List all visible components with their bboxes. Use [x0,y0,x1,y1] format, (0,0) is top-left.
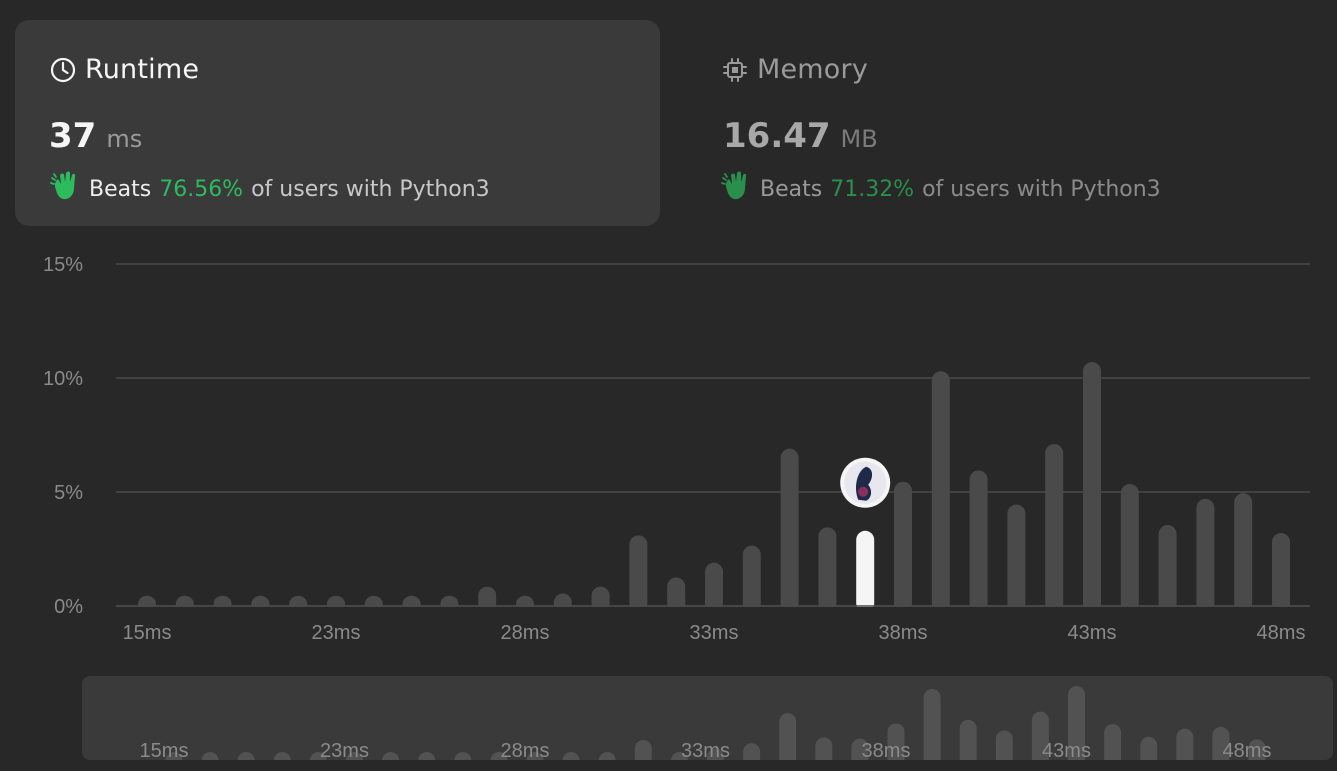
navigator-bar [743,743,761,760]
navigator-bar [1104,724,1122,760]
clap-icon [720,170,752,208]
chart-bar[interactable] [742,545,761,612]
chart-bar[interactable] [1083,362,1101,612]
navigator-bar [815,737,833,760]
chart-bar[interactable] [818,527,837,612]
chart-bar[interactable] [1007,504,1026,612]
navigator-tick-label: 43ms [1042,740,1091,760]
chart-canvas[interactable]: 0% 5% 10% 15% 15ms 23ms 28ms 33ms 38ms 43ms 48ms [0,240,1337,660]
chart-bar[interactable] [667,577,686,613]
navigator-bar [995,730,1013,760]
navigator-tick-label: 38ms [862,740,911,760]
chart-bar[interactable] [969,470,988,612]
chart-bar[interactable] [1045,444,1064,612]
navigator-bar [382,752,400,760]
runtime-beats-suffix: of users with Python3 [251,176,490,202]
runtime-analysis-panel: Runtime 37 ms Beats 76.56% of users with… [0,0,1337,771]
navigator-bar [418,752,436,760]
x-tick-label: 23ms [312,622,361,644]
navigator-bar [923,688,941,760]
range-navigator[interactable]: 15ms 23ms 28ms 33ms 38ms 43ms 48ms [82,676,1333,760]
runtime-distribution-chart[interactable]: 0% 5% 10% 15% 15ms 23ms 28ms 33ms 38ms 43ms 48ms [0,240,1337,660]
chart-bar[interactable] [629,535,648,612]
runtime-value: 37 ms [49,116,142,156]
x-tick-label: 33ms [690,622,739,644]
navigator-bar [273,752,291,760]
user-avatar [840,457,891,508]
chip-icon [721,56,749,84]
memory-value: 16.47 MB [723,116,878,156]
x-tick-label: 28ms [501,622,550,644]
runtime-value-number: 37 [49,116,97,156]
memory-card[interactable]: Memory 16.47 MB Beats 71.32% of users wi… [688,20,1318,226]
chart-bar[interactable] [1234,493,1253,612]
memory-beats-percent: 71.32% [830,176,915,202]
memory-value-unit: MB [840,125,878,153]
chart-bar-highlight[interactable] [856,530,875,612]
clap-icon [49,170,81,208]
runtime-value-unit: ms [106,125,143,153]
chart-bar[interactable] [1272,533,1290,612]
chart-bar[interactable] [1120,484,1139,612]
runtime-title: Runtime [85,54,200,85]
baseline-mask [106,607,1320,613]
chart-bar[interactable] [1158,525,1177,612]
navigator-bar [634,740,652,760]
chart-bar[interactable] [705,562,723,612]
avatar-accent [858,486,869,497]
x-tick-label: 15ms [123,622,172,644]
y-tick-label: 5% [54,482,83,504]
navigator-tick-label: 15ms [140,740,189,760]
x-tick-label: 43ms [1068,622,1117,644]
navigator-tick-label: 23ms [320,740,369,760]
x-tick-label: 48ms [1257,622,1306,644]
chart-bar[interactable] [780,448,799,612]
navigator-canvas[interactable]: 15ms 23ms 28ms 33ms 38ms 43ms 48ms [82,676,1333,760]
navigator-bar [779,713,797,760]
memory-header: Memory [721,54,868,85]
navigator-bar [1176,728,1194,760]
runtime-card[interactable]: Runtime 37 ms Beats 76.56% of users with… [15,20,660,226]
memory-value-number: 16.47 [723,116,831,156]
navigator-bar [1140,736,1158,760]
memory-beats: Beats 71.32% of users with Python3 [720,170,1161,208]
memory-title: Memory [757,54,869,85]
x-tick-label: 38ms [879,622,928,644]
runtime-beats: Beats 76.56% of users with Python3 [49,170,490,208]
chart-bar[interactable] [1196,498,1215,612]
chart-bar[interactable] [931,371,950,612]
runtime-beats-percent: 76.56% [159,176,244,202]
chart-bar[interactable] [894,481,912,612]
navigator-bar [959,719,977,760]
navigator-bar [562,752,580,760]
navigator-bar [201,752,219,760]
navigator-bar [454,752,472,760]
runtime-header: Runtime [49,54,199,85]
memory-beats-label: Beats [760,176,823,202]
memory-beats-suffix: of users with Python3 [922,176,1161,202]
navigator-bar [598,752,616,760]
y-tick-label: 15% [43,254,83,276]
navigator-bar [237,752,255,760]
navigator-tick-label: 33ms [681,740,730,760]
clock-icon [49,56,77,84]
y-tick-label: 10% [43,368,83,390]
navigator-tick-label: 28ms [501,740,550,760]
runtime-beats-label: Beats [89,176,152,202]
y-tick-label: 0% [54,596,83,618]
navigator-tick-label: 48ms [1223,740,1272,760]
